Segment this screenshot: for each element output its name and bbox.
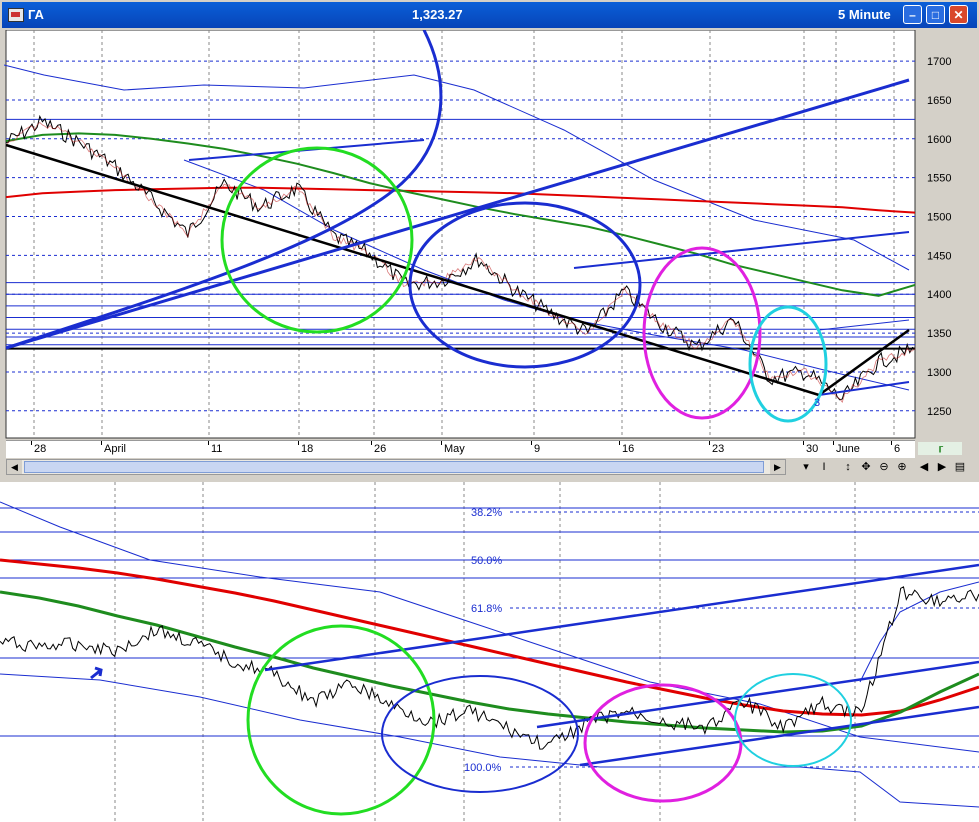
cursor-tool-button[interactable]: I xyxy=(816,460,832,474)
maximize-icon: □ xyxy=(931,8,940,22)
fib-label: 100.0% xyxy=(464,762,502,774)
window-icon[interactable]: ▤ xyxy=(952,460,968,474)
wave-label: 3 xyxy=(814,397,820,409)
live-indicator-icon: ┎ xyxy=(918,442,962,455)
minimize-button[interactable]: – xyxy=(903,5,922,24)
x-tick-mark xyxy=(709,441,710,445)
zoom-in-icon[interactable]: ⊕ xyxy=(894,460,910,474)
x-tick-label: April xyxy=(104,443,127,455)
toolbar-more-icon[interactable]: ▾ xyxy=(798,460,814,474)
zoom-out-icon[interactable]: ⊖ xyxy=(876,460,892,474)
x-tick-mark xyxy=(803,441,804,445)
move-icon[interactable]: ✥ xyxy=(858,460,874,474)
x-tick-label: 26 xyxy=(374,443,387,455)
x-tick-mark xyxy=(298,441,299,445)
y-tick-label: 1600 xyxy=(927,134,951,146)
close-button[interactable]: ✕ xyxy=(949,5,968,24)
fib-label: 50.0% xyxy=(471,555,502,567)
x-tick-mark xyxy=(371,441,372,445)
chart-window-icon xyxy=(8,8,24,22)
y-tick-label: 1350 xyxy=(927,328,951,340)
scroll-left-arrow-icon[interactable]: ◀ xyxy=(7,460,22,474)
x-tick-label: 6 xyxy=(894,443,901,455)
x-tick-mark xyxy=(208,441,209,445)
x-tick-label: June xyxy=(836,443,860,455)
x-tick-label: 28 xyxy=(34,443,47,455)
y-tick-label: 1550 xyxy=(927,173,951,185)
y-tick-label: 1700 xyxy=(927,56,951,68)
price-chart[interactable]: 1700 1650 1600 1550 1500 1450 1400 1350 1300 1250… xyxy=(4,30,975,440)
x-tick-label: 11 xyxy=(211,443,223,455)
horizontal-scrollbar[interactable]: ◀ ▶ xyxy=(6,459,786,475)
x-tick-label: 23 xyxy=(712,443,725,455)
x-tick-label: 9 xyxy=(534,443,541,455)
crosshair-icon[interactable]: ↕ xyxy=(840,460,856,474)
title-bar[interactable]: ГА 1,323.27 5 Minute – □ ✕ xyxy=(2,2,977,28)
y-tick-label: 1650 xyxy=(927,95,951,107)
scroll-left-icon[interactable]: ◀ xyxy=(916,460,932,474)
interval-label: 5 Minute xyxy=(838,7,891,22)
comparison-chart[interactable]: 38.2% 50.0% 61.8% 100.0% xyxy=(0,482,979,822)
y-tick-label: 1450 xyxy=(927,250,951,262)
y-tick-label: 1300 xyxy=(927,367,951,379)
scroll-thumb[interactable] xyxy=(24,461,764,473)
x-tick-label: 18 xyxy=(301,443,314,455)
symbol-label: ГА xyxy=(28,7,44,22)
close-icon: ✕ xyxy=(953,8,964,22)
x-tick-mark xyxy=(101,441,102,445)
x-tick-label: May xyxy=(444,443,465,455)
x-tick-mark xyxy=(441,441,442,445)
maximize-button[interactable]: □ xyxy=(926,5,945,24)
last-price: 1,323.27 xyxy=(412,7,463,22)
x-axis: 28 April 11 18 26 May 9 16 23 30 June 6 xyxy=(6,440,915,458)
x-tick-mark xyxy=(531,441,532,445)
x-tick-mark xyxy=(833,441,834,445)
fib-label: 38.2% xyxy=(471,507,502,519)
scroll-right-icon[interactable]: ▶ xyxy=(934,460,950,474)
x-tick-mark xyxy=(31,441,32,445)
x-tick-label: 16 xyxy=(622,443,635,455)
scroll-toolbar: ◀ ▶ ▾ I ↕ ✥ ⊖ ⊕ ◀ ▶ ▤ xyxy=(6,459,971,477)
fib-label: 61.8% xyxy=(471,603,502,615)
minimize-icon: – xyxy=(909,8,916,22)
x-tick-label: 30 xyxy=(806,443,819,455)
scroll-right-arrow-icon[interactable]: ▶ xyxy=(770,460,785,474)
x-tick-mark xyxy=(891,441,892,445)
y-tick-label: 1400 xyxy=(927,289,951,301)
chart-window: ГА 1,323.27 5 Minute – □ ✕ 1700 1650 1600 1… xyxy=(0,0,979,482)
x-tick-mark xyxy=(619,441,620,445)
y-tick-label: 1250 xyxy=(927,406,951,418)
y-tick-label: 1500 xyxy=(927,212,951,224)
